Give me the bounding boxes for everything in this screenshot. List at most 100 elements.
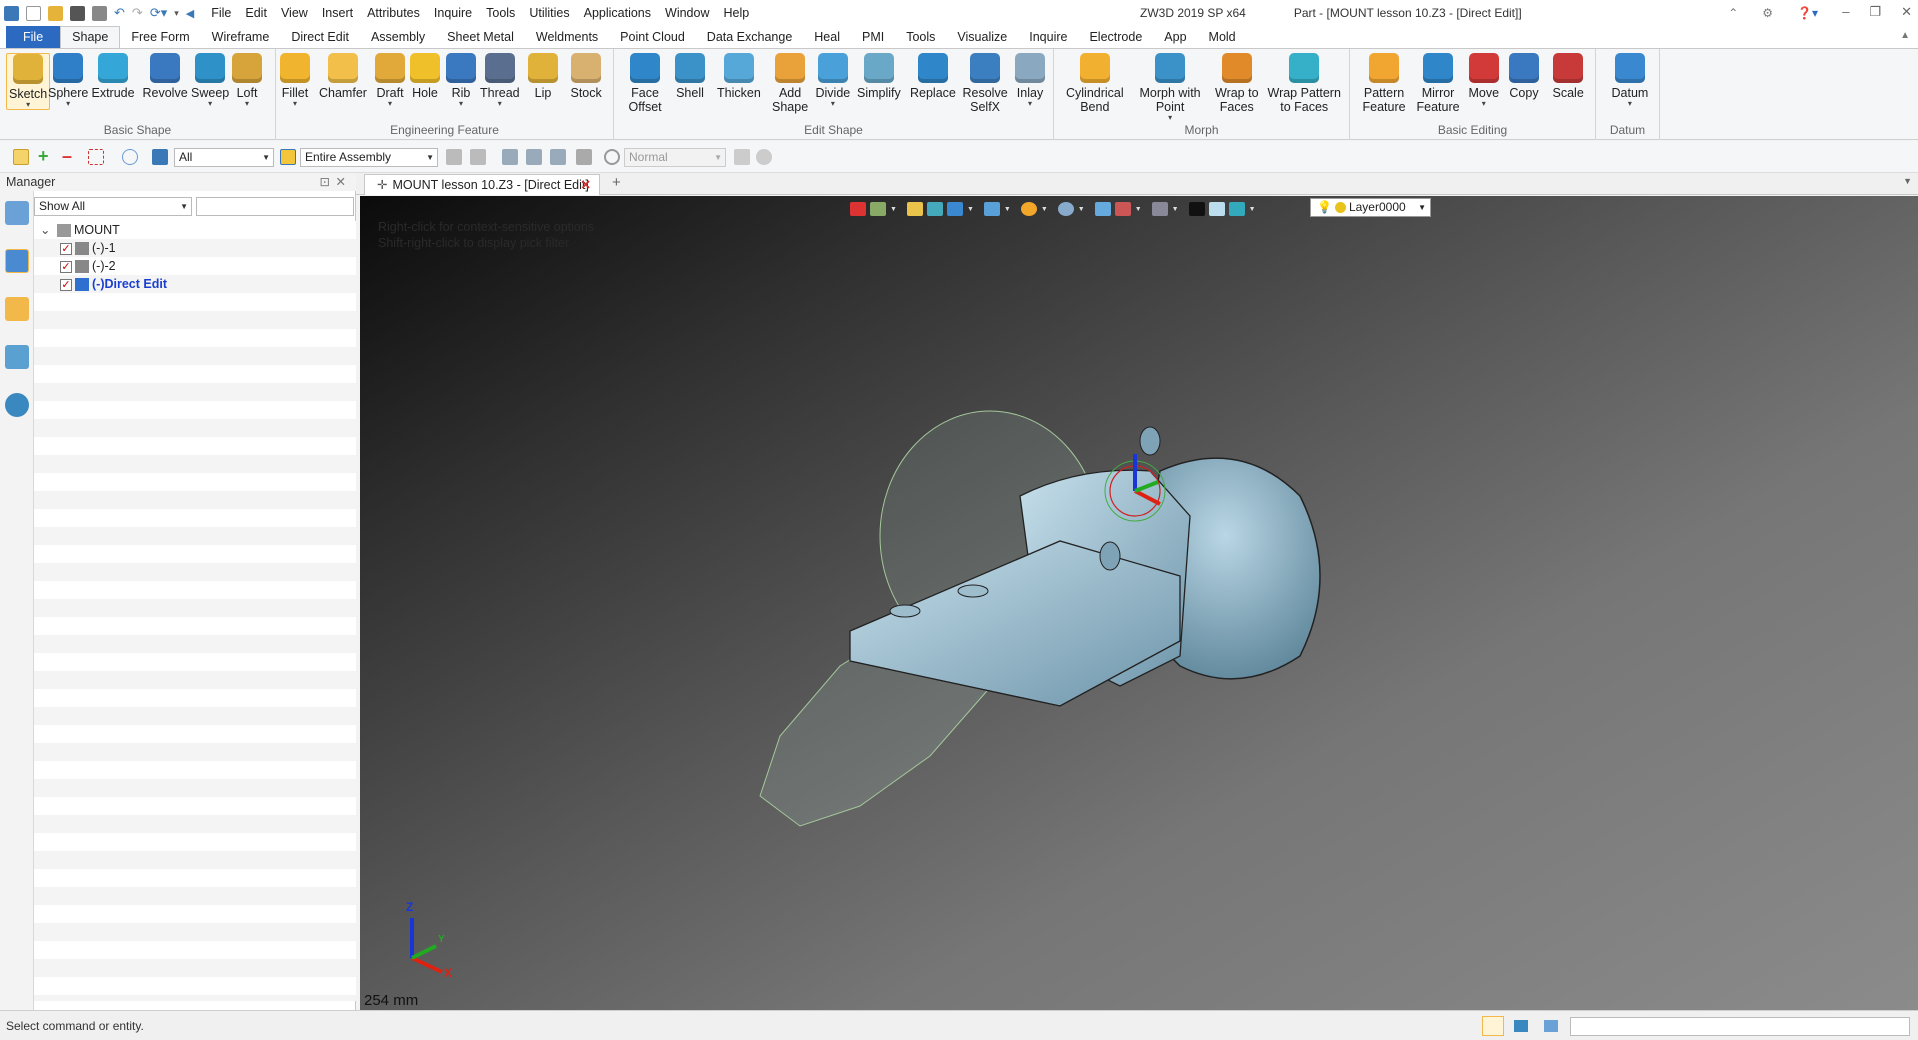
dropdown-arrow-icon[interactable]: ▾ bbox=[831, 100, 835, 108]
tab-heal[interactable]: Heal bbox=[803, 26, 851, 48]
cylindrical-bend-button[interactable]: Cylindrical Bend bbox=[1066, 53, 1124, 114]
dropdown-arrow-icon[interactable]: ▾ bbox=[1482, 100, 1486, 108]
revolve-button[interactable]: Revolve bbox=[143, 53, 188, 100]
sphere-button[interactable]: Sphere ▾ bbox=[48, 53, 88, 108]
manager-search-input[interactable] bbox=[196, 197, 354, 216]
tab-close-icon[interactable]: ✕ bbox=[581, 175, 591, 195]
menu-inquire[interactable]: Inquire bbox=[427, 0, 479, 26]
menu-utilities[interactable]: Utilities bbox=[522, 0, 576, 26]
image-library-icon[interactable] bbox=[5, 345, 29, 369]
tab-app[interactable]: App bbox=[1153, 26, 1197, 48]
pattern-feature-button[interactable]: Pattern Feature bbox=[1363, 53, 1406, 114]
tree-item[interactable]: ✓ (-)-2 bbox=[34, 257, 356, 275]
assembly-manager-icon[interactable] bbox=[5, 249, 29, 273]
status-window-icon[interactable] bbox=[1544, 1020, 1558, 1032]
undo-icon[interactable]: ↶ bbox=[114, 5, 125, 21]
dropdown-arrow-icon[interactable]: ▾ bbox=[26, 101, 30, 109]
tab-file[interactable]: File bbox=[6, 26, 61, 48]
panel-pin-icon[interactable]: ⊡ bbox=[320, 173, 330, 191]
pick-tool-4-icon[interactable] bbox=[526, 149, 542, 165]
menu-insert[interactable]: Insert bbox=[315, 0, 360, 26]
tab-pmi[interactable]: PMI bbox=[851, 26, 895, 48]
morph-with-point-button[interactable]: Morph with Point ▾ bbox=[1140, 53, 1201, 122]
scale-button[interactable]: Scale bbox=[1553, 53, 1584, 100]
menu-help[interactable]: Help bbox=[716, 0, 756, 26]
lasso-select-icon[interactable] bbox=[122, 149, 138, 165]
close-window-icon[interactable]: ✕ bbox=[1901, 0, 1912, 24]
assembly-scope-icon[interactable] bbox=[280, 149, 296, 165]
menu-tools[interactable]: Tools bbox=[479, 0, 522, 26]
filter-combo[interactable]: All ▼ bbox=[174, 148, 274, 167]
divide-button[interactable]: Divide ▾ bbox=[816, 53, 850, 108]
stock-button[interactable]: Stock bbox=[571, 53, 602, 100]
print-icon[interactable] bbox=[92, 5, 107, 21]
command-input[interactable] bbox=[1570, 1017, 1910, 1036]
open-file-icon[interactable] bbox=[48, 5, 63, 21]
tab-mold[interactable]: Mold bbox=[1198, 26, 1247, 48]
pick-tool-8-icon[interactable] bbox=[756, 149, 772, 165]
sweep-button[interactable]: Sweep ▾ bbox=[191, 53, 229, 108]
sketch-button[interactable]: Sketch ▾ bbox=[6, 53, 51, 110]
thicken-button[interactable]: Thicken bbox=[717, 53, 761, 100]
menu-window[interactable]: Window bbox=[658, 0, 716, 26]
tree-item[interactable]: ⌄ MOUNT bbox=[34, 221, 356, 239]
thread-button[interactable]: Thread ▾ bbox=[480, 53, 520, 108]
dropdown-arrow-icon[interactable]: ▾ bbox=[1628, 100, 1632, 108]
tab-weldments[interactable]: Weldments bbox=[525, 26, 609, 48]
pick-tool-1-icon[interactable] bbox=[446, 149, 462, 165]
tab-inquire[interactable]: Inquire bbox=[1018, 26, 1078, 48]
redo-icon[interactable]: ↷ bbox=[132, 5, 143, 21]
replace-button[interactable]: Replace bbox=[910, 53, 956, 100]
tab-wireframe[interactable]: Wireframe bbox=[201, 26, 281, 48]
filter-icon[interactable] bbox=[152, 149, 168, 165]
pick-tool-6-icon[interactable] bbox=[576, 149, 592, 165]
menu-applications[interactable]: Applications bbox=[577, 0, 658, 26]
tab-assembly[interactable]: Assembly bbox=[360, 26, 436, 48]
user-role-icon[interactable] bbox=[5, 393, 29, 417]
dropdown-arrow-icon[interactable]: ▾ bbox=[388, 100, 392, 108]
tab-data-exchange[interactable]: Data Exchange bbox=[696, 26, 803, 48]
tree-item[interactable]: ✓ (-)Direct Edit bbox=[34, 275, 356, 293]
refresh-icon[interactable]: ⟳▾ bbox=[150, 5, 167, 21]
extrude-button[interactable]: Extrude bbox=[92, 53, 135, 100]
save-icon[interactable] bbox=[70, 5, 85, 21]
pick-arrow-icon[interactable] bbox=[13, 149, 29, 165]
3d-viewport[interactable]: Right-click for context-sensitive option… bbox=[360, 196, 1918, 1010]
menu-file[interactable]: File bbox=[204, 0, 238, 26]
loft-button[interactable]: Loft ▾ bbox=[232, 53, 262, 108]
menu-view[interactable]: View bbox=[274, 0, 315, 26]
dropdown-arrow-icon[interactable]: ▾ bbox=[459, 100, 463, 108]
tab-electrode[interactable]: Electrode bbox=[1078, 26, 1153, 48]
visibility-checkbox[interactable]: ✓ bbox=[60, 260, 72, 273]
minimize-icon[interactable]: – bbox=[1842, 0, 1849, 24]
add-shape-button[interactable]: Add Shape bbox=[772, 53, 808, 114]
mode-combo[interactable]: Normal ▼ bbox=[624, 148, 726, 167]
simplify-button[interactable]: Simplify bbox=[857, 53, 901, 100]
tab-free-form[interactable]: Free Form bbox=[120, 26, 200, 48]
new-file-icon[interactable] bbox=[26, 5, 41, 21]
move-button[interactable]: Move ▾ bbox=[1469, 53, 1499, 108]
customize-icon[interactable]: ▾ bbox=[174, 8, 179, 19]
datum-button[interactable]: Datum ▾ bbox=[1612, 53, 1648, 108]
copy-button[interactable]: Copy bbox=[1509, 53, 1539, 100]
app-logo-icon[interactable] bbox=[4, 5, 19, 21]
wrap-to-faces-button[interactable]: Wrap to Faces bbox=[1215, 53, 1259, 114]
dropdown-arrow-icon[interactable]: ▾ bbox=[66, 100, 70, 108]
pick-tool-2-icon[interactable] bbox=[470, 149, 486, 165]
face-offset-button[interactable]: Face Offset bbox=[629, 53, 662, 114]
document-tab[interactable]: ✛ MOUNT lesson 10.Z3 - [Direct Edit] ✕ bbox=[364, 174, 600, 195]
dropdown-arrow-icon[interactable]: ▾ bbox=[498, 100, 502, 108]
settings-gear-icon[interactable]: ⚙ bbox=[1762, 0, 1773, 26]
add-icon[interactable]: + bbox=[38, 147, 54, 165]
tab-direct-edit[interactable]: Direct Edit bbox=[280, 26, 360, 48]
menu-edit[interactable]: Edit bbox=[238, 0, 274, 26]
remove-icon[interactable]: – bbox=[62, 147, 78, 165]
wrap-pattern-to-faces-button[interactable]: Wrap Pattern to Faces bbox=[1268, 53, 1341, 114]
tab-list-icon[interactable]: ▼ bbox=[1903, 176, 1912, 186]
status-toggle-1-icon[interactable] bbox=[1482, 1016, 1504, 1036]
tab-point-cloud[interactable]: Point Cloud bbox=[609, 26, 696, 48]
dropdown-arrow-icon[interactable]: ▾ bbox=[293, 100, 297, 108]
visibility-checkbox[interactable]: ✓ bbox=[60, 242, 72, 255]
tab-sheet-metal[interactable]: Sheet Metal bbox=[436, 26, 525, 48]
history-manager-icon[interactable] bbox=[5, 201, 29, 225]
